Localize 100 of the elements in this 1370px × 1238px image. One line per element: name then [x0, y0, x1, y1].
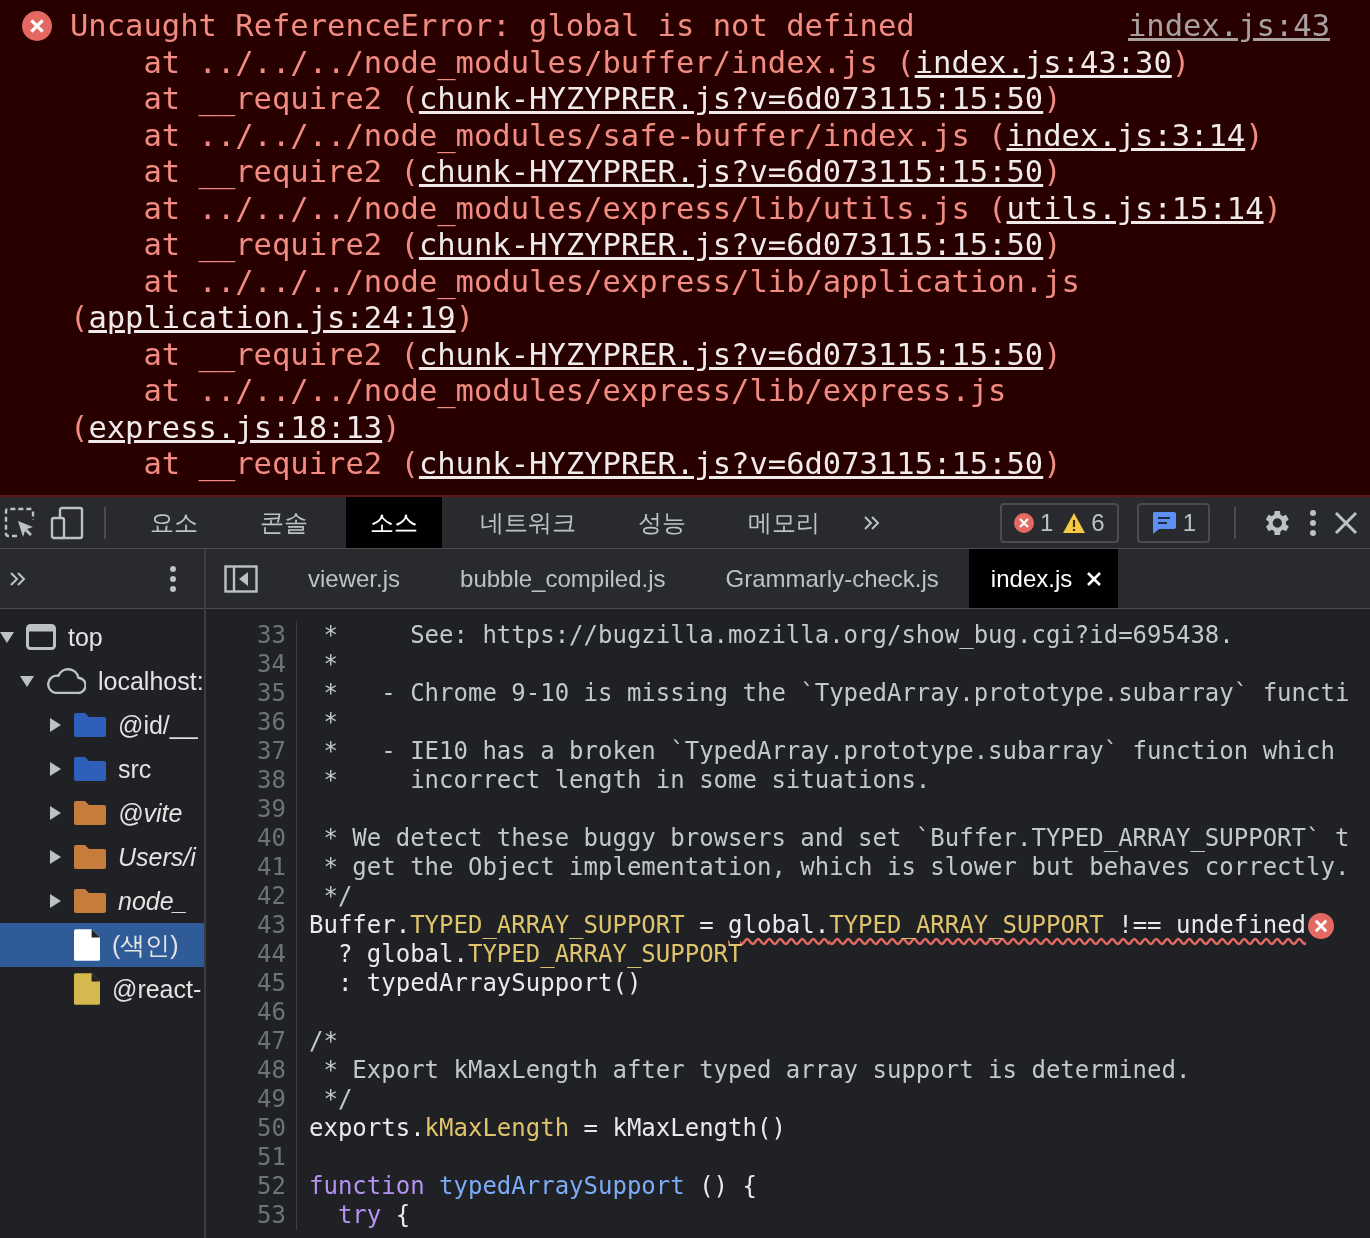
- stack-trace-line: at __require2 (chunk-HYZYPRER.js?v=6d073115:15:50): [142, 227, 1063, 264]
- issue-count: 6: [1091, 508, 1105, 537]
- stack-link[interactable]: application.js:24:19: [88, 300, 456, 335]
- code-line: function typedArraySupport () {: [309, 1172, 757, 1201]
- tree-item[interactable]: top: [0, 615, 204, 659]
- line-number: 40: [206, 824, 297, 853]
- line-number: 50: [206, 1114, 297, 1143]
- tree-item[interactable]: @vite: [48, 791, 204, 835]
- panel-tab[interactable]: 소스: [346, 497, 442, 548]
- code-line: /*: [309, 1027, 338, 1056]
- line-number: 37: [206, 737, 297, 766]
- panel-tab[interactable]: 콘솔: [236, 497, 332, 548]
- stack-link[interactable]: chunk-HYZYPRER.js?v=6d073115:15:50: [418, 336, 1044, 372]
- code-line: Buffer.TYPED_ARRAY_SUPPORT = global.TYPED_ARRAY_SUPPORT !== undefined: [309, 911, 1307, 940]
- issues-counter[interactable]: 1 6: [999, 502, 1119, 543]
- tree-item[interactable]: src: [48, 747, 204, 791]
- file-tab[interactable]: Grammarly-check.js: [695, 549, 969, 608]
- inspect-element-icon[interactable]: [4, 506, 36, 539]
- collapsed-triangle-icon[interactable]: [48, 894, 62, 908]
- code-line: * - IE10 has a broken `TypedArray.prototype.subarray` function which: [322, 737, 1335, 766]
- collapsed-triangle-icon[interactable]: [48, 850, 62, 864]
- tree-label: @react-: [112, 974, 202, 1004]
- stack-trace-line: at ../../../node_modules/express/lib/express.js (express.js:18:13): [70, 373, 1008, 446]
- code-line: */: [322, 1085, 353, 1114]
- tree-label: top: [68, 622, 103, 652]
- tree-label: (색인): [112, 929, 179, 961]
- message-count: 1: [1182, 508, 1196, 537]
- tree-label: @vite: [118, 798, 183, 828]
- file-tab[interactable]: bubble_compiled.js: [430, 549, 696, 608]
- panel-tab[interactable]: 요소: [126, 497, 222, 548]
- line-number: 45: [206, 969, 297, 998]
- file-tab-label: bubble_compiled.js: [460, 564, 666, 593]
- line-number: 47: [206, 1027, 297, 1056]
- tree-label: @id/__: [118, 710, 198, 740]
- stack-link[interactable]: chunk-HYZYPRER.js?v=6d073115:15:50: [418, 227, 1044, 262]
- line-number: 39: [206, 795, 297, 824]
- panel-tab[interactable]: 네트워크: [456, 497, 600, 548]
- expanded-triangle-icon[interactable]: [0, 630, 14, 644]
- tree-item[interactable]: @react-: [48, 967, 204, 1011]
- panel-tab[interactable]: 메모리: [724, 497, 844, 548]
- expanded-triangle-icon[interactable]: [20, 674, 34, 688]
- line-number: 49: [206, 1085, 297, 1114]
- code-line: exports.kMaxLength = kMaxLength(): [309, 1114, 786, 1143]
- stack-trace-line: at __require2 (chunk-HYZYPRER.js?v=6d073115:15:50): [142, 81, 1063, 118]
- line-number: 34: [206, 650, 297, 679]
- chat-bubble-icon: [1150, 510, 1177, 535]
- tree-item[interactable]: @id/__: [48, 703, 204, 747]
- stack-link[interactable]: utils.js:15:14: [1006, 190, 1264, 226]
- line-number: 52: [206, 1172, 297, 1201]
- stack-link[interactable]: index.js:43:30: [914, 44, 1172, 80]
- stack-trace-line: at __require2 (chunk-HYZYPRER.js?v=6d073115:15:50): [142, 446, 1063, 483]
- stack-link[interactable]: chunk-HYZYPRER.js?v=6d073115:15:50: [418, 446, 1044, 481]
- sidebar-menu-icon[interactable]: [170, 565, 176, 592]
- stack-link[interactable]: chunk-HYZYPRER.js?v=6d073115:15:50: [418, 81, 1044, 116]
- code-line: * incorrect length in some situations.: [322, 766, 931, 795]
- code-line: * Export kMaxLength after typed array support is determined.: [322, 1056, 1191, 1085]
- issue-count: 1: [1039, 508, 1054, 537]
- code-line: try {: [336, 1201, 411, 1230]
- collapsed-triangle-icon[interactable]: [48, 806, 62, 820]
- source-link[interactable]: index.js:43: [1128, 8, 1330, 45]
- more-panes-icon[interactable]: [8, 570, 28, 587]
- file-tab-label: viewer.js: [308, 564, 401, 593]
- file-tab-label: index.js: [990, 564, 1073, 593]
- tree-label: node_: [118, 886, 188, 916]
- stack-trace-line: at __require2 (chunk-HYZYPRER.js?v=6d073115:15:50): [142, 154, 1063, 191]
- file-tab[interactable]: index.js: [968, 549, 1119, 608]
- line-number: 41: [206, 853, 297, 882]
- stack-trace-line: at __require2 (chunk-HYZYPRER.js?v=6d073115:15:50): [142, 336, 1063, 373]
- close-icon[interactable]: [1334, 510, 1358, 535]
- code-line: */: [322, 882, 353, 911]
- line-number: 38: [206, 766, 297, 795]
- stack-trace-line: at ../../../node_modules/buffer/index.js (index.js:43:30): [142, 44, 1192, 81]
- line-number: 51: [206, 1143, 297, 1172]
- code-line: * get the Object implementation, which is slower but behaves correctly.: [322, 853, 1350, 882]
- line-number: 43: [206, 911, 297, 940]
- stack-link[interactable]: express.js:18:13: [88, 409, 383, 445]
- line-number: 36: [206, 708, 297, 737]
- stack-link[interactable]: index.js:3:14: [1006, 117, 1246, 153]
- device-toolbar-icon[interactable]: [50, 505, 84, 540]
- tree-item[interactable]: Users/i: [48, 835, 204, 879]
- tree-label: localhost:: [98, 666, 204, 696]
- code-line: *: [322, 708, 338, 737]
- more-tabs-icon[interactable]: [862, 514, 882, 531]
- tree-item[interactable]: localhost:: [20, 659, 204, 703]
- collapsed-triangle-icon[interactable]: [48, 762, 62, 776]
- tree-item[interactable]: (색인): [0, 923, 204, 967]
- code-line: ? global.TYPED_ARRAY_SUPPORT: [336, 940, 743, 969]
- line-number: 44: [206, 940, 297, 969]
- sidebar-toggle-icon[interactable]: [224, 564, 258, 593]
- more-options-icon[interactable]: [1310, 509, 1316, 536]
- stack-trace-line: at ../../../node_modules/express/lib/utils.js (utils.js:15:14): [142, 190, 1283, 227]
- panel-tab[interactable]: 성능: [614, 497, 710, 548]
- stack-link[interactable]: chunk-HYZYPRER.js?v=6d073115:15:50: [418, 154, 1044, 189]
- code-line: : typedArraySupport(): [336, 969, 642, 998]
- file-tab[interactable]: viewer.js: [278, 549, 431, 608]
- messages-counter[interactable]: 1: [1136, 502, 1210, 543]
- warning-icon: [1063, 512, 1086, 533]
- collapsed-triangle-icon[interactable]: [48, 718, 62, 732]
- tree-item[interactable]: node_: [48, 879, 204, 923]
- line-number: 35: [206, 679, 297, 708]
